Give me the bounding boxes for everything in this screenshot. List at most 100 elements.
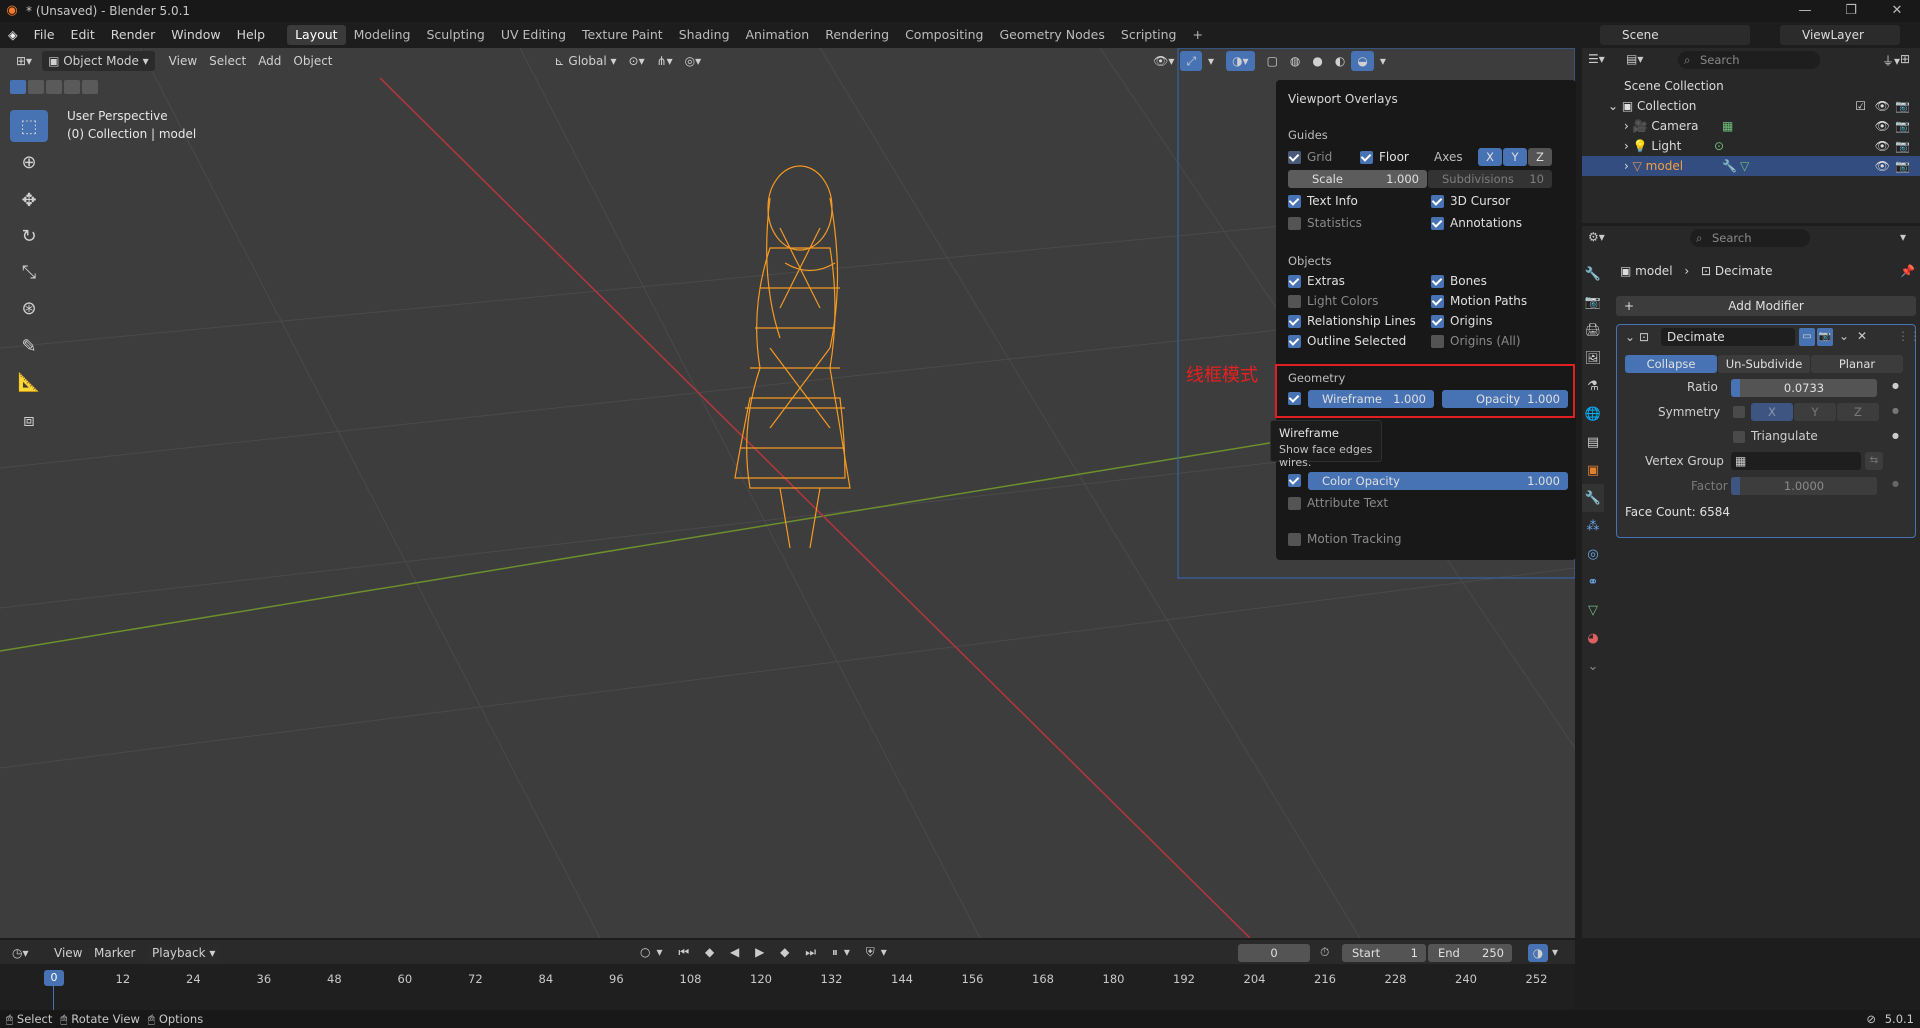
scale-field[interactable]: Scale 1.000 bbox=[1288, 170, 1427, 188]
color-opacity-checkbox[interactable] bbox=[1288, 474, 1307, 487]
tab-scripting[interactable]: Scripting bbox=[1113, 25, 1185, 45]
xray-icon[interactable]: ▢ bbox=[1261, 51, 1284, 71]
timeline-options-icon[interactable]: ▾ bbox=[1552, 945, 1558, 959]
expand-arrow-icon[interactable]: › bbox=[1624, 119, 1633, 133]
axis-y-toggle[interactable]: Y bbox=[1503, 148, 1527, 166]
outliner-row-model[interactable]: › ▽ model 🔧 ▽ 👁 📷 bbox=[1582, 156, 1920, 176]
select-extend-icon[interactable] bbox=[28, 80, 44, 94]
properties-editor-icon[interactable]: ⚙▾ bbox=[1588, 230, 1605, 244]
material-tab-icon[interactable]: ◕ bbox=[1582, 624, 1604, 652]
outliner-row-collection[interactable]: ⌄ ▣ Collection ☑ 👁 📷 bbox=[1582, 96, 1920, 116]
minimize-button[interactable]: — bbox=[1782, 0, 1828, 22]
tool-tab-icon[interactable]: 🔧 bbox=[1582, 260, 1604, 288]
data-tab-icon[interactable]: ▽ bbox=[1582, 596, 1604, 624]
editor-type-button[interactable]: ⊞▾ bbox=[10, 51, 38, 71]
camera-data-icon[interactable]: ▦ bbox=[1722, 116, 1733, 136]
transform-orientation-dropdown[interactable]: ⊾ Global ▾ bbox=[549, 51, 623, 71]
mode-collapse-button[interactable]: Collapse bbox=[1625, 355, 1717, 373]
shading-dropdown-icon[interactable]: ▾ bbox=[1374, 51, 1392, 71]
auto-keying-icon[interactable]: ○▾ bbox=[640, 945, 669, 959]
modifier-name-input[interactable]: Decimate bbox=[1661, 328, 1795, 346]
transform-tool-icon[interactable]: ⊛ bbox=[10, 292, 48, 324]
rotate-tool-icon[interactable]: ↻ bbox=[10, 220, 48, 252]
jump-start-icon[interactable]: ⏮ bbox=[678, 945, 695, 959]
select-new-icon[interactable] bbox=[10, 80, 26, 94]
render-camera-icon[interactable]: 📷 bbox=[1895, 136, 1910, 156]
statistics-checkbox[interactable]: Statistics bbox=[1288, 216, 1362, 230]
timeline-menu-playback[interactable]: Playback ▾ bbox=[146, 944, 222, 962]
world-tab-icon[interactable]: 🌐 bbox=[1582, 400, 1604, 428]
tab-sculpting[interactable]: Sculpting bbox=[418, 25, 492, 45]
color-opacity-field[interactable]: Color Opacity 1.000 bbox=[1308, 472, 1568, 490]
scale-tool-icon[interactable]: ⤡ bbox=[10, 256, 48, 288]
menu-object[interactable]: Object bbox=[287, 51, 338, 71]
outliner-row-scene-collection[interactable]: Scene Collection bbox=[1582, 76, 1920, 96]
gizmo-dropdown-icon[interactable]: ▾ bbox=[1202, 51, 1220, 71]
scene-selector[interactable]: Scene bbox=[1600, 25, 1750, 45]
clock-icon[interactable]: ⏱ bbox=[1320, 945, 1329, 960]
relationship-lines-checkbox[interactable]: Relationship Lines bbox=[1288, 314, 1416, 328]
render-camera-icon[interactable]: 📷 bbox=[1895, 96, 1910, 116]
outliner-editor-icon[interactable]: ☰▾ bbox=[1588, 52, 1605, 66]
cursor-checkbox[interactable]: 3D Cursor bbox=[1431, 194, 1510, 208]
menu-file[interactable]: File bbox=[26, 25, 63, 45]
timeline-menu-marker[interactable]: Marker bbox=[94, 946, 135, 960]
keying-set-icon[interactable]: ⛨▾ bbox=[866, 945, 893, 959]
visibility-eye-icon[interactable]: 👁 bbox=[1875, 136, 1890, 156]
tab-texture-paint[interactable]: Texture Paint bbox=[574, 25, 671, 45]
tab-layout[interactable]: Layout bbox=[287, 25, 346, 45]
annotate-tool-icon[interactable]: ✎ bbox=[10, 330, 48, 362]
view-layer-tab-icon[interactable]: 🖼 bbox=[1582, 344, 1604, 372]
symmetry-x-toggle[interactable]: X bbox=[1751, 403, 1793, 421]
frame-step-icon[interactable]: ⏸▾ bbox=[832, 945, 856, 959]
object-tab-icon[interactable]: ▣ bbox=[1582, 456, 1604, 484]
wireframe-field[interactable]: Wireframe 1.000 bbox=[1308, 390, 1434, 408]
output-tab-icon[interactable]: 🖨 bbox=[1582, 316, 1604, 344]
menu-view[interactable]: View bbox=[163, 51, 203, 71]
floor-checkbox[interactable]: Floor bbox=[1360, 150, 1409, 164]
origins-checkbox[interactable]: Origins bbox=[1431, 314, 1493, 328]
symmetry-y-toggle[interactable]: Y bbox=[1794, 403, 1836, 421]
collapse-chevron-icon[interactable]: ⌄ bbox=[1625, 330, 1635, 344]
solid-shading-icon[interactable]: ● bbox=[1306, 51, 1328, 71]
menu-window[interactable]: Window bbox=[163, 25, 228, 45]
ratio-slider[interactable]: 0.0733 bbox=[1731, 379, 1877, 397]
menu-edit[interactable]: Edit bbox=[63, 25, 103, 45]
snap-icon[interactable]: ⋔▾ bbox=[651, 51, 679, 71]
show-viewport-icon[interactable]: ▭ bbox=[1799, 328, 1815, 346]
add-modifier-button[interactable]: + Add Modifier bbox=[1616, 296, 1916, 316]
annotations-checkbox[interactable]: Annotations bbox=[1431, 216, 1522, 230]
render-camera-icon[interactable]: 📷 bbox=[1895, 116, 1910, 136]
axis-x-toggle[interactable]: X bbox=[1478, 148, 1502, 166]
select-intersect-icon[interactable] bbox=[82, 80, 98, 94]
exclude-checkbox-icon[interactable]: ☑ bbox=[1855, 96, 1866, 116]
expand-arrow-icon[interactable]: ⌄ bbox=[1608, 99, 1622, 113]
playhead[interactable]: 0 bbox=[44, 970, 64, 986]
wireframe-shading-icon[interactable]: ◍ bbox=[1284, 51, 1306, 71]
motion-tracking-checkbox[interactable]: Motion Tracking bbox=[1288, 532, 1401, 546]
mode-dropdown[interactable]: ▣ Object Mode ▾ bbox=[42, 51, 155, 71]
rendered-shading-icon[interactable]: ◒ bbox=[1351, 51, 1374, 71]
light-colors-checkbox[interactable]: Light Colors bbox=[1288, 294, 1378, 308]
modifier-wrench-icon[interactable]: 🔧 bbox=[1722, 156, 1737, 176]
text-info-checkbox[interactable]: Text Info bbox=[1288, 194, 1358, 208]
select-box-tool-icon[interactable]: ⬚ bbox=[10, 110, 48, 142]
play-reverse-icon[interactable]: ◀ bbox=[730, 945, 745, 959]
select-invert-icon[interactable] bbox=[64, 80, 80, 94]
scene-tab-icon[interactable]: ⚗ bbox=[1582, 372, 1604, 400]
outliner-search-input[interactable]: ⌕ Search bbox=[1678, 51, 1820, 69]
timeline-track[interactable] bbox=[0, 964, 1575, 1012]
blender-menu-icon[interactable]: ◈ bbox=[0, 25, 26, 45]
grid-checkbox[interactable]: Grid bbox=[1288, 150, 1332, 164]
display-mode-icon[interactable]: ▤▾ bbox=[1626, 52, 1643, 66]
subdivisions-field[interactable]: Subdivisions 10 bbox=[1428, 170, 1552, 188]
tab-animation[interactable]: Animation bbox=[738, 25, 818, 45]
next-keyframe-icon[interactable]: ◆ bbox=[780, 945, 795, 959]
modifier-dropdown-icon[interactable]: ⌄ bbox=[1839, 329, 1849, 343]
symmetry-z-toggle[interactable]: Z bbox=[1837, 403, 1879, 421]
particles-tab-icon[interactable]: ⁂ bbox=[1582, 512, 1604, 540]
remove-modifier-icon[interactable]: ✕ bbox=[1857, 329, 1867, 343]
axis-z-toggle[interactable]: Z bbox=[1528, 148, 1552, 166]
keyframe-dot-icon[interactable]: ● bbox=[1892, 431, 1899, 440]
mode-planar-button[interactable]: Planar bbox=[1811, 355, 1903, 373]
